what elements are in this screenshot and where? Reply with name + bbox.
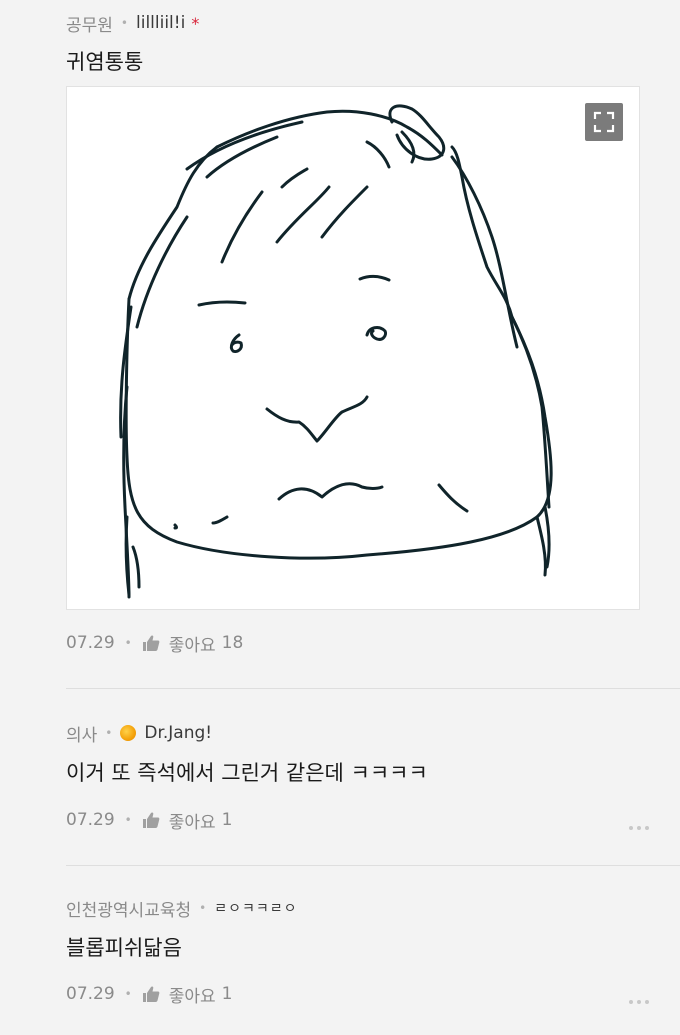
more-dots-icon[interactable]: [629, 1000, 649, 1004]
author-nickname[interactable]: ㄹㅇㅋㅋㄹㅇ: [214, 898, 297, 918]
expand-button[interactable]: [585, 103, 623, 141]
comment-text: 이거 또 즉석에서 그린거 같은데 ㅋㅋㅋㅋ: [66, 761, 428, 785]
divider: [66, 865, 680, 866]
author-job: 공무원: [66, 15, 113, 36]
thumbs-up-icon[interactable]: [142, 985, 160, 1003]
author-nickname[interactable]: lillliil!i: [136, 13, 185, 33]
author-nickname[interactable]: Dr.Jang!: [144, 723, 212, 743]
comment-text: 귀염통통: [66, 50, 144, 74]
separator-dot: •: [124, 813, 132, 827]
author-job: 의사: [66, 725, 98, 746]
thumbs-up-icon[interactable]: [142, 634, 160, 652]
face-drawing: [119, 104, 553, 599]
separator-dot: •: [120, 16, 128, 30]
more-dots-icon[interactable]: [629, 826, 649, 830]
comment-footer: 07.29 • 좋아요 1: [66, 808, 233, 833]
comment-date: 07.29: [66, 633, 115, 653]
comment-meta: 공무원 • lillliil!i *: [66, 11, 200, 36]
like-count: 18: [221, 633, 244, 653]
star-mark: *: [191, 13, 200, 33]
separator-dot: •: [124, 987, 132, 1001]
expand-icon: [593, 111, 615, 133]
comment-date: 07.29: [66, 810, 115, 830]
comment-meta: 인천광역시교육청 • ㄹㅇㅋㅋㄹㅇ: [66, 896, 297, 921]
like-label[interactable]: 좋아요: [169, 982, 216, 1007]
like-count: 1: [221, 810, 233, 830]
separator-dot: •: [199, 901, 207, 915]
comment-meta: 의사 • Dr.Jang!: [66, 721, 212, 746]
comment-text: 블롭피쉬닮음: [66, 936, 182, 960]
author-job: 인천광역시교육청: [66, 900, 192, 921]
like-label[interactable]: 좋아요: [169, 808, 216, 833]
comment-footer: 07.29 • 좋아요 18: [66, 631, 244, 656]
comment-footer: 07.29 • 좋아요 1: [66, 982, 233, 1007]
like-label[interactable]: 좋아요: [169, 631, 216, 656]
attached-drawing[interactable]: [66, 86, 640, 610]
divider: [66, 688, 680, 689]
comment-1: 공무원 • lillliil!i * 귀염통통 07.29 • 좋아요 18: [0, 0, 680, 688]
separator-dot: •: [105, 726, 113, 740]
comment-date: 07.29: [66, 984, 115, 1004]
thumbs-up-icon[interactable]: [142, 811, 160, 829]
like-count: 1: [221, 984, 233, 1004]
separator-dot: •: [124, 636, 132, 650]
badge-icon: [120, 725, 137, 741]
